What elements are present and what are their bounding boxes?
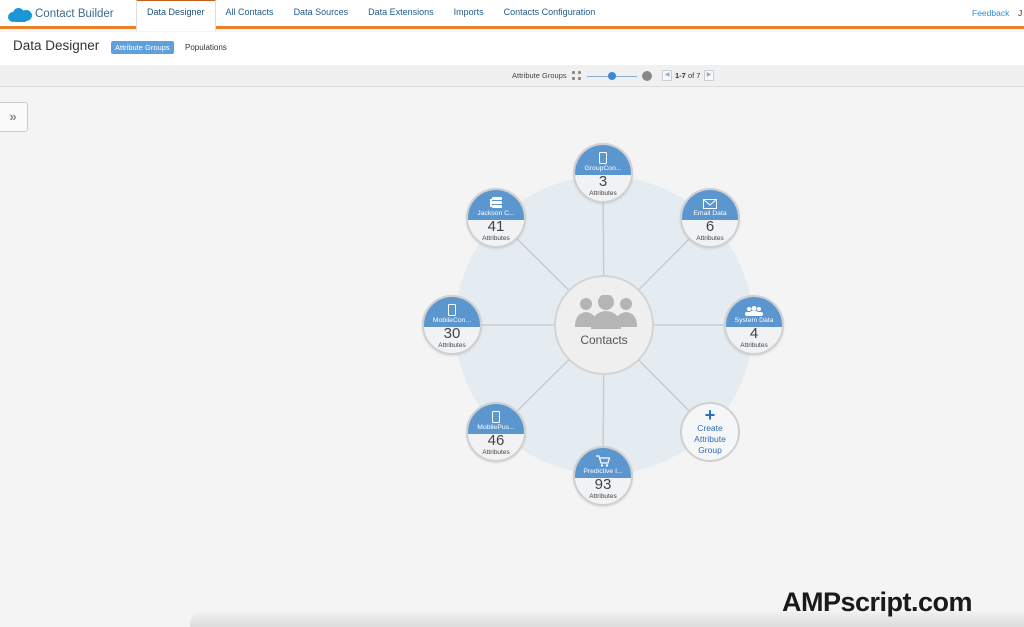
create-label-line2: Attribute: [694, 434, 726, 444]
create-label-line1: Create: [697, 423, 723, 433]
create-label-line3: Group: [698, 445, 722, 455]
contacts-center-node[interactable]: Contacts: [554, 275, 654, 375]
data-designer-diagram: Contacts GroupCon... 3 Attributes Email …: [0, 0, 1024, 627]
center-label: Contacts: [580, 333, 628, 347]
attributes-label: Attributes: [482, 449, 510, 456]
group-name: Predictive I...: [583, 468, 623, 475]
attribute-count: 3: [598, 173, 608, 190]
attributes-label: Attributes: [438, 342, 466, 349]
attribute-count: 30: [443, 325, 461, 342]
attribute-count: 93: [594, 476, 612, 493]
attribute-group-node[interactable]: MobileCon... 30 Attributes: [422, 295, 482, 355]
attribute-count: 46: [487, 432, 505, 449]
attribute-count: 4: [749, 325, 759, 342]
group-name: MobileCon...: [432, 317, 472, 324]
attributes-label: Attributes: [482, 235, 510, 242]
attributes-label: Attributes: [740, 342, 768, 349]
group-name: MobilePus...: [477, 424, 515, 431]
group-name: GroupCon...: [584, 165, 622, 172]
attribute-group-node[interactable]: Email Data 6 Attributes: [680, 188, 740, 248]
attributes-label: Attributes: [696, 235, 724, 242]
attribute-count: 6: [705, 218, 715, 235]
people-icon: [575, 295, 637, 329]
attribute-group-node[interactable]: GroupCon... 3 Attributes: [573, 143, 633, 203]
attribute-group-node[interactable]: System Data 4 Attributes: [724, 295, 784, 355]
attributes-label: Attributes: [589, 190, 617, 197]
group-name: Email Data: [693, 210, 727, 217]
group-name: Jackson C...: [477, 210, 515, 217]
plus-icon: +: [704, 405, 716, 425]
watermark: AMPscript.com: [782, 587, 973, 617]
create-attribute-group-button[interactable]: + Create Attribute Group: [680, 402, 740, 462]
attribute-group-node[interactable]: Predictive I... 93 Attributes: [573, 446, 633, 506]
attribute-count: 41: [487, 218, 505, 235]
attribute-group-node[interactable]: Jackson C... 41 Attributes: [466, 188, 526, 248]
diagram-background: [452, 173, 754, 477]
attributes-label: Attributes: [589, 493, 617, 500]
tab-data-designer[interactable]: Data Designer: [136, 0, 216, 31]
attribute-group-node[interactable]: MobilePus... 46 Attributes: [466, 402, 526, 462]
group-name: System Data: [734, 317, 774, 324]
